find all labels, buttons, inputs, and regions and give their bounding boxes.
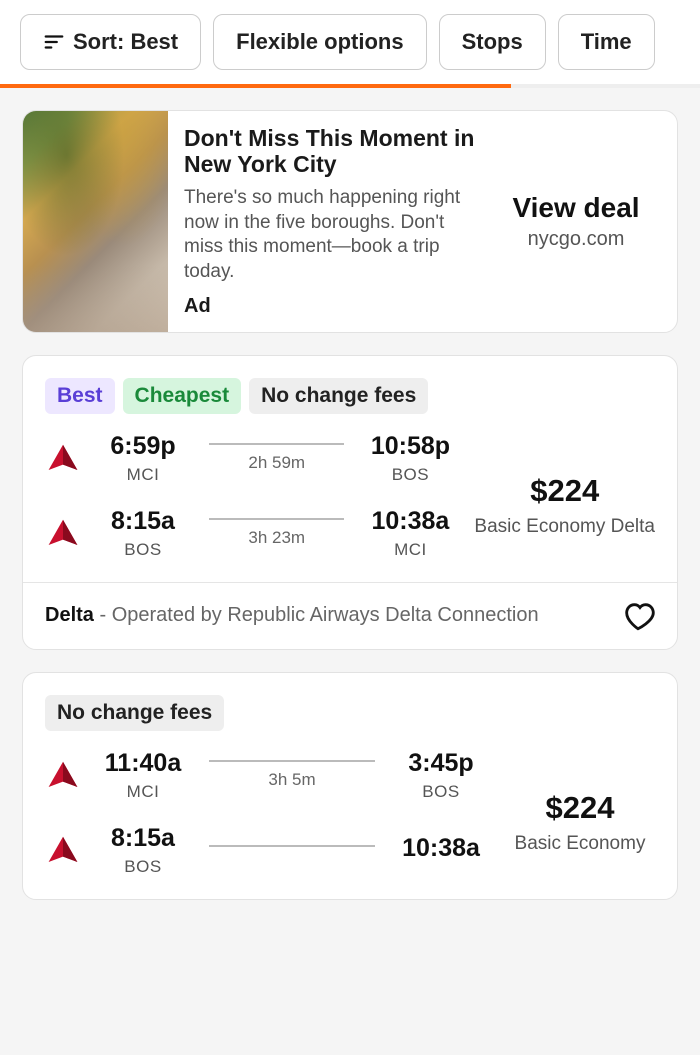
badge-no-change-fees: No change fees — [249, 378, 428, 414]
departure-code: MCI — [93, 465, 193, 485]
ad-domain: nycgo.com — [528, 228, 625, 251]
arrival-time: 10:38a — [391, 834, 491, 863]
duration: 3h 5m — [205, 770, 379, 790]
badge-no-change-fees: No change fees — [45, 695, 224, 731]
ad-label: Ad — [184, 295, 479, 318]
arrival-time: 10:38a — [360, 507, 460, 536]
flight-result-card[interactable]: No change fees 11:40aMCI 3h 5m 3:45pBOS … — [22, 672, 678, 900]
ad-description: There's so much happening right now in t… — [184, 186, 479, 285]
departure-code: BOS — [93, 540, 193, 560]
departure-code: BOS — [93, 857, 193, 877]
stops-button[interactable]: Stops — [439, 14, 546, 70]
fare-class: Basic Economy Delta — [474, 515, 655, 540]
operator-text: Delta - Operated by Republic Airways Del… — [45, 602, 609, 629]
flight-result-card[interactable]: Best Cheapest No change fees 6:59p MCI 2h… — [22, 355, 678, 650]
sort-icon — [43, 31, 65, 53]
delta-logo-icon — [45, 835, 81, 865]
delta-logo-icon — [45, 518, 81, 548]
delta-logo-icon — [45, 760, 81, 790]
filter-bar: Sort: Best Flexible options Stops Time — [0, 0, 700, 84]
price: $224 — [474, 473, 655, 509]
arrival-time: 10:58p — [360, 432, 460, 461]
departure-code: MCI — [93, 782, 193, 802]
ad-view-deal-link[interactable]: View deal — [512, 192, 639, 224]
flight-leg: 8:15a BOS 3h 23m 10:38a MCI — [45, 507, 460, 560]
arrival-time: 3:45p — [391, 749, 491, 778]
sort-label: Sort: Best — [73, 29, 178, 55]
ad-card[interactable]: Don't Miss This Moment in New York City … — [22, 110, 678, 333]
duration: 2h 59m — [205, 453, 348, 473]
flight-leg: 6:59p MCI 2h 59m 10:58p BOS — [45, 432, 460, 485]
badge-cheapest: Cheapest — [123, 378, 242, 414]
departure-time: 6:59p — [93, 432, 193, 461]
flight-leg: 11:40a MCI 3h 5m 3:45p BOS — [45, 749, 491, 802]
ad-image — [23, 111, 168, 332]
badge-best: Best — [45, 378, 115, 414]
flexible-options-button[interactable]: Flexible options — [213, 14, 426, 70]
duration: 3h 23m — [205, 528, 348, 548]
departure-time: 8:15a — [93, 824, 193, 853]
sort-button[interactable]: Sort: Best — [20, 14, 201, 70]
arrival-code: BOS — [360, 465, 460, 485]
time-button[interactable]: Time — [558, 14, 655, 70]
loading-progress — [0, 84, 700, 88]
price: $224 — [505, 790, 655, 826]
delta-logo-icon — [45, 443, 81, 473]
ad-title: Don't Miss This Moment in New York City — [184, 125, 479, 178]
arrival-code: MCI — [360, 540, 460, 560]
departure-time: 8:15a — [93, 507, 193, 536]
departure-time: 11:40a — [93, 749, 193, 778]
arrival-code: BOS — [391, 782, 491, 802]
flight-leg: 8:15a BOS 10:38a — [45, 824, 491, 877]
save-button[interactable] — [621, 599, 655, 633]
fare-class: Basic Economy — [505, 832, 655, 857]
